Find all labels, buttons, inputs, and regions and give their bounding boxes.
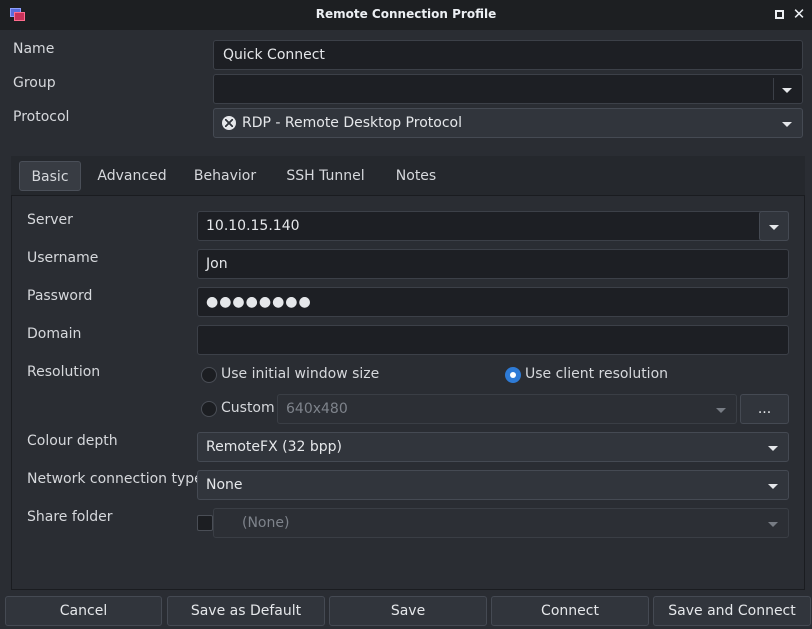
tab-basic[interactable]: Basic (19, 161, 81, 191)
server-combo[interactable]: 10.10.15.140 (197, 211, 789, 241)
tab-notes[interactable]: Notes (386, 161, 446, 191)
maximize-icon[interactable] (775, 10, 784, 19)
rdp-icon (222, 116, 236, 130)
chevron-down-icon (768, 446, 778, 451)
colour-depth-label: Colour depth (27, 433, 118, 449)
colour-depth-combo[interactable]: RemoteFX (32 bpp) (197, 432, 789, 462)
save-button[interactable]: Save (329, 596, 487, 626)
radio-client-resolution[interactable] (505, 367, 521, 383)
network-connection-label: Network connection type (27, 471, 203, 487)
share-folder-combo[interactable]: (None) (213, 508, 789, 538)
share-folder-checkbox[interactable] (197, 515, 213, 531)
window-title: Remote Connection Profile (315, 7, 497, 21)
server-label: Server (27, 212, 73, 228)
username-label: Username (27, 250, 99, 266)
resolution-label: Resolution (27, 364, 101, 380)
combo-separator (773, 78, 774, 100)
client-resolution-label[interactable]: Use client resolution (525, 366, 668, 382)
chevron-down-icon (769, 225, 779, 230)
custom-resolution-combo[interactable]: 640x480 (277, 394, 737, 424)
password-field[interactable]: ●●●●●●●● (197, 287, 789, 317)
initial-window-size-label[interactable]: Use initial window size (221, 366, 379, 382)
password-label: Password (27, 288, 93, 304)
save-as-default-button[interactable]: Save as Default (167, 596, 325, 626)
tab-advanced[interactable]: Advanced (90, 161, 174, 191)
chevron-down-icon[interactable] (782, 88, 792, 93)
share-folder-value: (None) (242, 515, 290, 531)
share-folder-label: Share folder (27, 509, 113, 525)
close-icon[interactable]: ✕ (792, 5, 806, 23)
save-and-connect-button[interactable]: Save and Connect (653, 596, 811, 626)
group-label: Group (13, 75, 56, 91)
custom-resolution-button[interactable]: ... (740, 394, 789, 424)
tab-behavior[interactable]: Behavior (186, 161, 264, 191)
group-combo[interactable] (213, 74, 803, 104)
server-dropdown-button[interactable] (759, 211, 789, 241)
domain-label: Domain (27, 326, 82, 342)
username-field[interactable]: Jon (197, 249, 789, 279)
name-label: Name (13, 41, 55, 57)
domain-field[interactable] (197, 325, 789, 355)
cancel-button[interactable]: Cancel (5, 596, 162, 626)
protocol-value: RDP - Remote Desktop Protocol (242, 115, 462, 131)
network-connection-value: None (206, 477, 243, 493)
custom-resolution-value: 640x480 (286, 401, 348, 417)
name-field[interactable]: Quick Connect (213, 40, 803, 70)
network-connection-combo[interactable]: None (197, 470, 789, 500)
chevron-down-icon (782, 122, 792, 127)
chevron-down-icon (716, 408, 726, 413)
custom-resolution-label[interactable]: Custom (221, 400, 275, 416)
radio-custom-resolution[interactable] (201, 401, 217, 417)
protocol-combo[interactable]: RDP - Remote Desktop Protocol (213, 108, 803, 138)
connect-button[interactable]: Connect (491, 596, 649, 626)
tab-ssh-tunnel[interactable]: SSH Tunnel (277, 161, 374, 191)
chevron-down-icon (768, 522, 778, 527)
protocol-label: Protocol (13, 109, 70, 125)
server-value: 10.10.15.140 (206, 218, 300, 234)
radio-initial-window-size[interactable] (201, 367, 217, 383)
colour-depth-value: RemoteFX (32 bpp) (206, 439, 342, 455)
chevron-down-icon (768, 484, 778, 489)
